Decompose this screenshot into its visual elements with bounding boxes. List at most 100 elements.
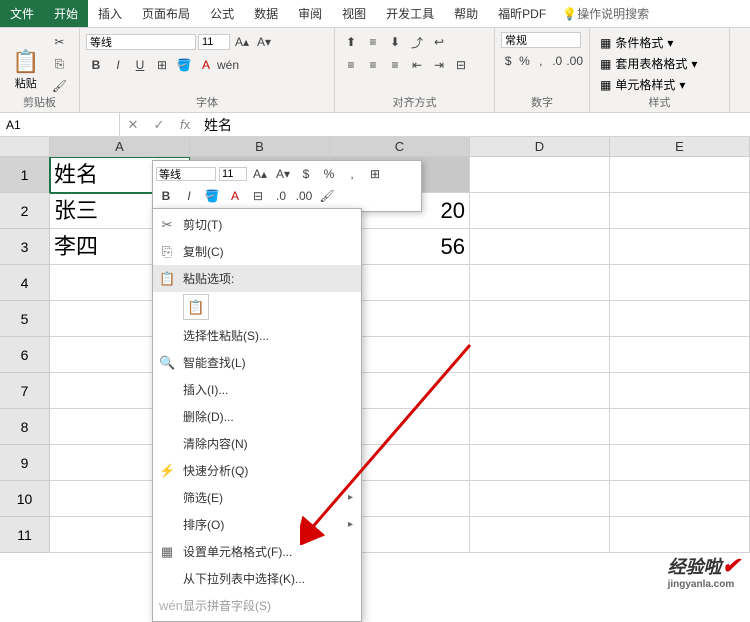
ctx-filter[interactable]: 筛选(E)	[153, 484, 361, 511]
increase-decimal-icon[interactable]: .0	[550, 51, 564, 71]
cell[interactable]	[470, 373, 610, 409]
decrease-font-icon[interactable]: A▾	[254, 32, 274, 52]
ctx-sort[interactable]: 排序(O)	[153, 511, 361, 538]
align-center-icon[interactable]: ≡	[363, 55, 383, 75]
align-left-icon[interactable]: ≡	[341, 55, 361, 75]
align-right-icon[interactable]: ≡	[385, 55, 405, 75]
col-header-e[interactable]: E	[610, 137, 750, 157]
menu-review[interactable]: 审阅	[288, 0, 332, 27]
menu-home[interactable]: 开始	[44, 0, 88, 27]
cell[interactable]	[610, 409, 750, 445]
number-format-select[interactable]	[501, 32, 581, 48]
align-bottom-icon[interactable]: ⬇	[385, 32, 405, 52]
mini-percent-icon[interactable]: %	[319, 164, 339, 184]
increase-indent-icon[interactable]: ⇥	[429, 55, 449, 75]
row-header[interactable]: 11	[0, 517, 50, 553]
currency-icon[interactable]: $	[501, 51, 515, 71]
cell[interactable]	[470, 409, 610, 445]
row-header[interactable]: 8	[0, 409, 50, 445]
percent-icon[interactable]: %	[517, 51, 531, 71]
menu-layout[interactable]: 页面布局	[132, 0, 200, 27]
underline-button[interactable]: U	[130, 55, 150, 75]
mini-decimal-dec-icon[interactable]: .00	[294, 186, 314, 206]
row-header[interactable]: 2	[0, 193, 50, 229]
cell[interactable]	[470, 481, 610, 517]
menu-view[interactable]: 视图	[332, 0, 376, 27]
formula-input[interactable]	[198, 113, 750, 136]
align-top-icon[interactable]: ⬆	[341, 32, 361, 52]
mini-comma-icon[interactable]: ,	[342, 164, 362, 184]
ctx-format-cells[interactable]: ▦设置单元格格式(F)...	[153, 538, 361, 565]
comma-icon[interactable]: ,	[534, 51, 548, 71]
ctx-clear[interactable]: 清除内容(N)	[153, 430, 361, 457]
cell[interactable]	[610, 301, 750, 337]
phonetic-icon[interactable]: wén	[218, 55, 238, 75]
italic-button[interactable]: I	[108, 55, 128, 75]
cell-style-button[interactable]: ▦单元格样式▾	[596, 74, 723, 95]
ctx-pinyin[interactable]: wén显示拼音字段(S)	[153, 592, 361, 619]
cell[interactable]	[610, 373, 750, 409]
menu-file[interactable]: 文件	[0, 0, 44, 27]
menu-dev[interactable]: 开发工具	[376, 0, 444, 27]
cell[interactable]	[470, 337, 610, 373]
ctx-quick-analysis[interactable]: ⚡快速分析(Q)	[153, 457, 361, 484]
row-header[interactable]: 9	[0, 445, 50, 481]
cell[interactable]	[470, 229, 610, 265]
cut-icon[interactable]: ✂	[49, 32, 69, 52]
font-color-icon[interactable]: A	[196, 55, 216, 75]
confirm-icon[interactable]: ✓	[146, 117, 172, 133]
mini-fill-color-icon[interactable]: 🪣	[202, 186, 222, 206]
col-header-d[interactable]: D	[470, 137, 610, 157]
mini-currency-icon[interactable]: $	[296, 164, 316, 184]
cell[interactable]	[610, 157, 750, 193]
select-all-corner[interactable]	[0, 137, 50, 157]
tell-me-search[interactable]: 💡 操作说明搜索	[556, 0, 655, 27]
col-header-b[interactable]: B	[190, 137, 330, 157]
cell[interactable]	[470, 193, 610, 229]
mini-font-name[interactable]	[156, 167, 216, 181]
col-header-a[interactable]: A	[50, 137, 190, 157]
mini-decrease-font-icon[interactable]: A▾	[273, 164, 293, 184]
font-size-select[interactable]	[198, 34, 230, 50]
border-icon[interactable]: ⊞	[152, 55, 172, 75]
mini-italic-button[interactable]: I	[179, 186, 199, 206]
row-header[interactable]: 5	[0, 301, 50, 337]
ctx-paste-special[interactable]: 选择性粘贴(S)...	[153, 322, 361, 349]
table-format-button[interactable]: ▦套用表格格式▾	[596, 53, 723, 74]
name-box[interactable]	[0, 113, 120, 136]
ctx-smart-lookup[interactable]: 🔍智能查找(L)	[153, 349, 361, 376]
decrease-indent-icon[interactable]: ⇤	[407, 55, 427, 75]
cell[interactable]	[610, 445, 750, 481]
ctx-dropdown-select[interactable]: 从下拉列表中选择(K)...	[153, 565, 361, 592]
mini-border-icon[interactable]: ⊞	[365, 164, 385, 184]
mini-bold-button[interactable]: B	[156, 186, 176, 206]
ctx-cut[interactable]: ✂剪切(T)	[153, 211, 361, 238]
bold-button[interactable]: B	[86, 55, 106, 75]
fill-color-icon[interactable]: 🪣	[174, 55, 194, 75]
ctx-delete[interactable]: 删除(D)...	[153, 403, 361, 430]
ctx-insert[interactable]: 插入(I)...	[153, 376, 361, 403]
cell[interactable]	[610, 265, 750, 301]
menu-formulas[interactable]: 公式	[200, 0, 244, 27]
cell[interactable]	[610, 193, 750, 229]
cell[interactable]	[610, 481, 750, 517]
copy-icon[interactable]: ⎘	[49, 54, 69, 74]
cancel-icon[interactable]: ✕	[120, 117, 146, 133]
cell[interactable]	[470, 157, 610, 193]
menu-help[interactable]: 帮助	[444, 0, 488, 27]
font-name-select[interactable]	[86, 34, 196, 50]
row-header[interactable]: 10	[0, 481, 50, 517]
cell[interactable]	[470, 265, 610, 301]
row-header[interactable]: 3	[0, 229, 50, 265]
decrease-decimal-icon[interactable]: .00	[566, 51, 583, 71]
conditional-format-button[interactable]: ▦条件格式▾	[596, 32, 723, 53]
menu-pdf[interactable]: 福昕PDF	[488, 0, 556, 27]
cell[interactable]	[610, 517, 750, 553]
orientation-icon[interactable]: ⤴	[407, 32, 427, 52]
cell[interactable]	[470, 517, 610, 553]
mini-increase-font-icon[interactable]: A▴	[250, 164, 270, 184]
mini-merge-icon[interactable]: ⊟	[248, 186, 268, 206]
increase-font-icon[interactable]: A▴	[232, 32, 252, 52]
row-header[interactable]: 1	[0, 157, 50, 193]
format-painter-icon[interactable]: 🖌	[49, 76, 69, 96]
